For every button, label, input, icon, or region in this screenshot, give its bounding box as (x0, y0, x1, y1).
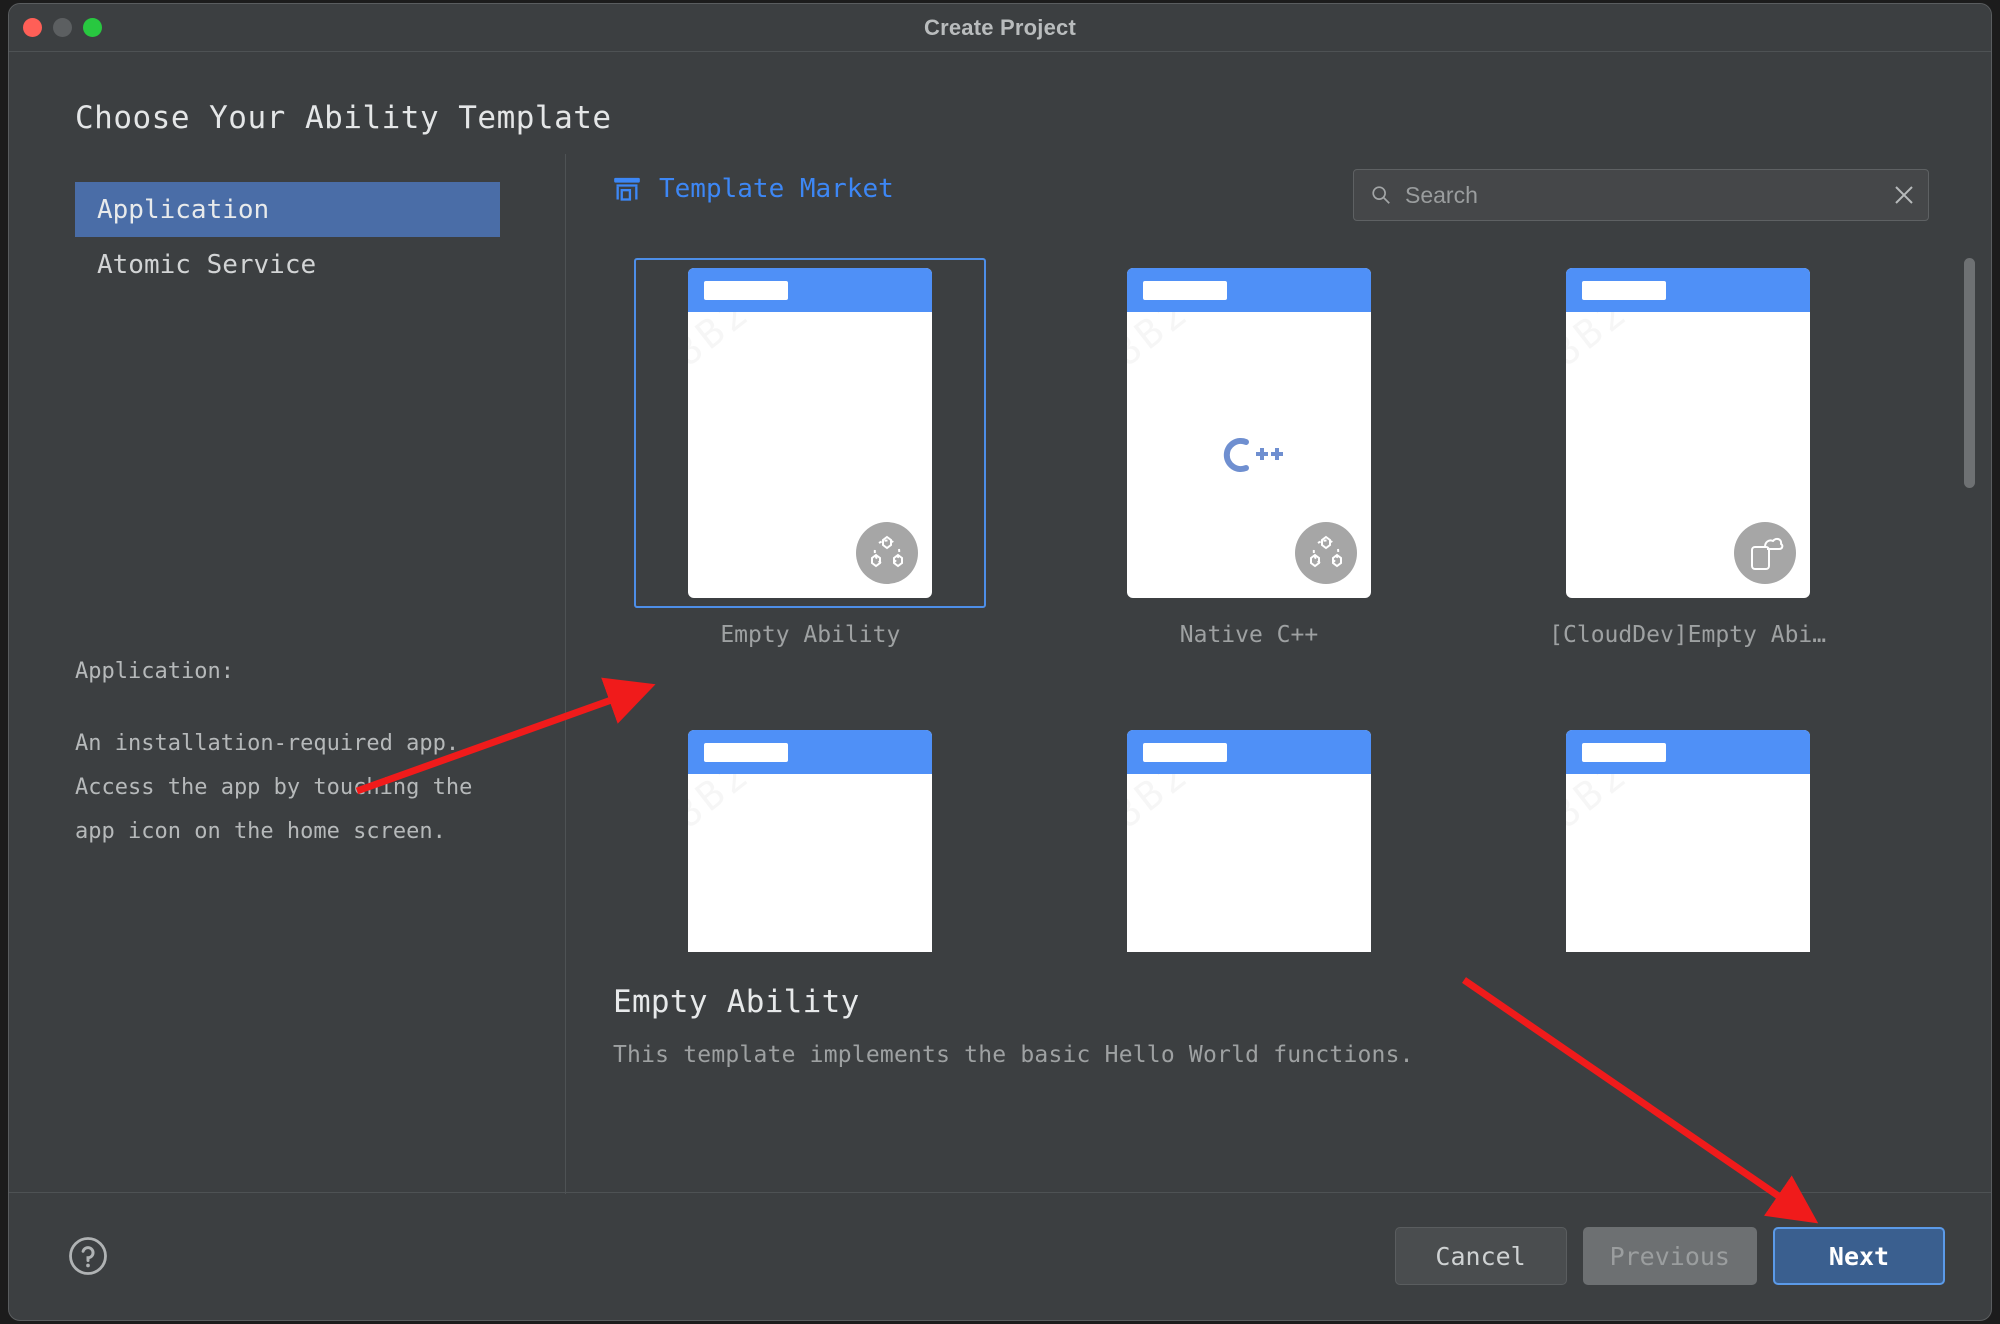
template-thumb: 6FB018B2 5DD046 4F6F3 (1512, 258, 1864, 608)
cancel-button[interactable]: Cancel (1395, 1227, 1567, 1285)
phone-body: 6FB018B2 5DD046 4F6F3 (1566, 774, 1810, 952)
phone-preview: 6FB018B2 5DD046 4F6F3 (688, 730, 932, 952)
search-input[interactable]: Search (1353, 169, 1929, 221)
template-card-label: [CloudDev]Empty Abi… (1549, 622, 1826, 648)
dialog-footer: Cancel Previous Next (9, 1192, 1992, 1320)
phone-body: 6FB018B2 5DD046 4F6F3 (688, 774, 932, 952)
phone-body: 6FB018B2 5DD046 4F6F3 (1566, 312, 1810, 598)
template-thumb: 6FB018B2 5DD046 4F6F3 (634, 258, 986, 608)
search-icon (1370, 184, 1392, 206)
phone-preview: 6FB018B2 5DD046 4F6F3 (1127, 730, 1371, 952)
footer-buttons: Cancel Previous Next (1395, 1227, 1945, 1285)
category-description: Application: An installation-required ap… (75, 650, 495, 854)
template-thumb: 6FB018B2 5DD046 4F6F3 (1073, 258, 1425, 608)
category-list: Application Atomic Service (75, 182, 500, 292)
category-panel: Application Atomic Service Application: … (9, 154, 566, 1194)
phone-preview: 6FB018B2 5DD046 4F6F3 (1566, 730, 1810, 952)
title-bar: Create Project (9, 4, 1991, 52)
watermark: 6FB018B2 5DD046 4F6F3 (1566, 774, 1810, 952)
phone-title-pill (1143, 743, 1227, 762)
next-button[interactable]: Next (1773, 1227, 1945, 1285)
phone-status-bar (1566, 268, 1810, 312)
phone-title-pill (1143, 281, 1227, 300)
phone-preview: 6FB018B2 5DD046 4F6F3 (1566, 268, 1810, 598)
template-grid: 6FB018B2 5DD046 4F6F3 (567, 242, 1907, 952)
template-grid-viewport: 6FB018B2 5DD046 4F6F3 (567, 242, 1992, 952)
template-card-clouddev-empty-ability[interactable]: 6FB018B2 5DD046 4F6F3 (1468, 258, 1907, 648)
phone-status-bar (688, 268, 932, 312)
category-description-body: An installation-required app. Access the… (75, 731, 472, 844)
template-thumb: 6FB018B2 5DD046 4F6F3 (634, 720, 986, 952)
template-market-row: Template Market Search (567, 154, 1992, 242)
phone-status-bar (1127, 268, 1371, 312)
sidebar-item-label: Atomic Service (97, 250, 316, 280)
template-card-row2-1[interactable]: 6FB018B2 5DD046 4F6F3 (591, 720, 1030, 952)
storefront-icon (613, 175, 641, 203)
template-card-native-cpp[interactable]: 6FB018B2 5DD046 4F6F3 (1030, 258, 1469, 648)
phone-title-pill (1582, 743, 1666, 762)
sidebar-item-application[interactable]: Application (75, 182, 500, 237)
cpp-logo-icon (1127, 430, 1371, 480)
previous-button[interactable]: Previous (1583, 1227, 1757, 1285)
phone-preview: 6FB018B2 5DD046 4F6F3 (688, 268, 932, 598)
category-description-label: Application: (75, 650, 495, 694)
phone-preview: 6FB018B2 5DD046 4F6F3 (1127, 268, 1371, 598)
phone-status-bar (1566, 730, 1810, 774)
watermark: 6FB018B2 5DD046 4F6F3 (688, 774, 932, 952)
phone-body: 6FB018B2 5DD046 4F6F3 (1127, 774, 1371, 952)
dialog-body: Application Atomic Service Application: … (9, 154, 1992, 1194)
template-thumb: 6FB018B2 5DD046 4F6F3 (1073, 720, 1425, 952)
harmony-ability-icon (856, 522, 918, 584)
watermark: 6FB018B2 5DD046 4F6F3 (1127, 774, 1371, 952)
harmony-ability-icon (1295, 522, 1357, 584)
phone-title-pill (704, 281, 788, 300)
selected-template-description: This template implements the basic Hello… (613, 1042, 1943, 1068)
question-circle-icon[interactable] (67, 1235, 109, 1277)
close-icon[interactable] (1892, 183, 1916, 207)
template-card-label: Empty Ability (720, 622, 900, 648)
selected-template-title: Empty Ability (613, 984, 1943, 1020)
template-thumb: 6FB018B2 5DD046 4F6F3 (1512, 720, 1864, 952)
template-market-label: Template Market (659, 174, 894, 204)
template-card-row2-3[interactable]: 6FB018B2 5DD046 4F6F3 (1468, 720, 1907, 952)
template-card-empty-ability[interactable]: 6FB018B2 5DD046 4F6F3 (591, 258, 1030, 648)
selected-template-info: Empty Ability This template implements t… (613, 984, 1943, 1068)
template-card-row2-2[interactable]: 6FB018B2 5DD046 4F6F3 (1030, 720, 1469, 952)
sidebar-item-label: Application (97, 195, 269, 225)
phone-body: 6FB018B2 5DD046 4F6F3 (688, 312, 932, 598)
sidebar-item-atomic-service[interactable]: Atomic Service (75, 237, 500, 292)
template-grid-scrollbar[interactable] (1964, 258, 1975, 488)
cloud-phone-icon (1734, 522, 1796, 584)
template-panel: Template Market Search (567, 154, 1992, 1194)
page-title: Choose Your Ability Template (75, 100, 612, 136)
phone-title-pill (704, 743, 788, 762)
template-card-label: Native C++ (1180, 622, 1318, 648)
phone-status-bar (1127, 730, 1371, 774)
template-market-link[interactable]: Template Market (613, 174, 894, 204)
phone-body: 6FB018B2 5DD046 4F6F3 (1127, 312, 1371, 598)
window-title: Create Project (9, 15, 1991, 41)
phone-title-pill (1582, 281, 1666, 300)
phone-status-bar (688, 730, 932, 774)
create-project-dialog: Create Project Choose Your Ability Templ… (8, 3, 1992, 1321)
search-placeholder: Search (1405, 182, 1892, 209)
